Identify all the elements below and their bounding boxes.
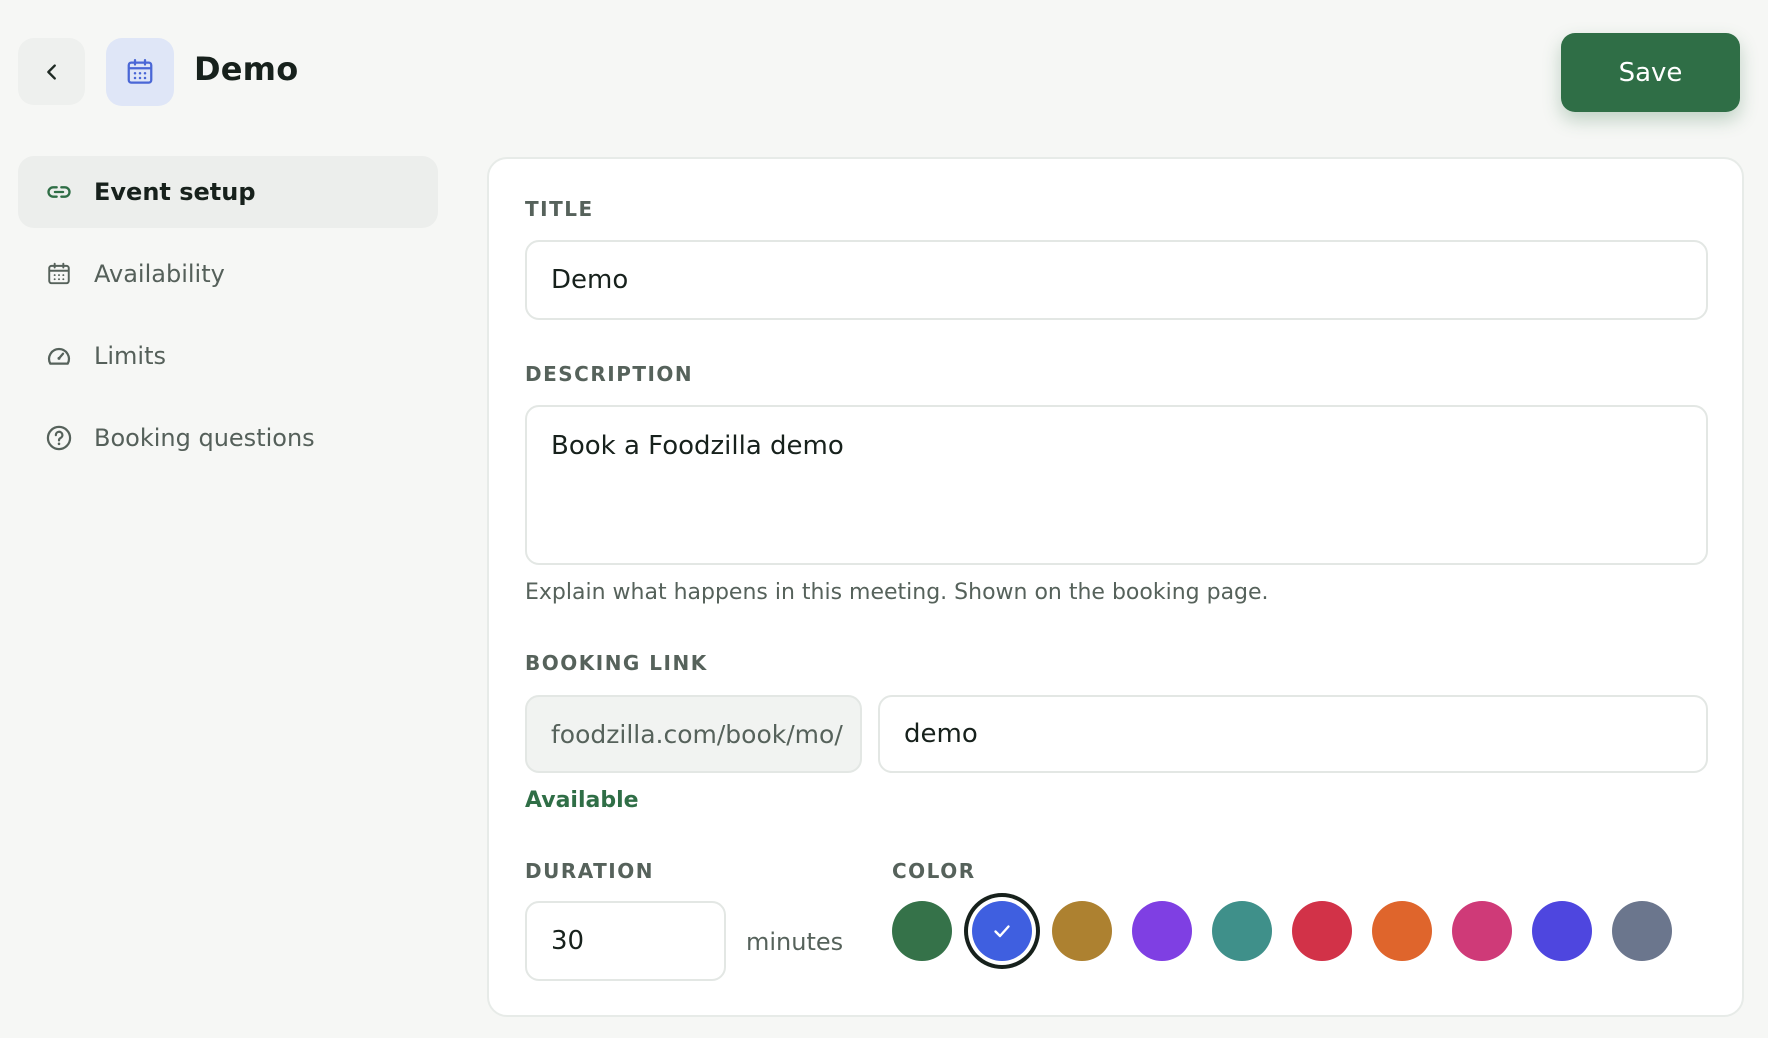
header: Demo Save [0, 0, 1768, 150]
sidebar-item-limits[interactable]: Limits [18, 320, 438, 392]
sidebar-item-label: Booking questions [94, 424, 315, 452]
color-swatch[interactable] [1132, 901, 1192, 961]
color-swatch[interactable] [1212, 901, 1272, 961]
color-swatch[interactable] [972, 901, 1032, 961]
color-swatch[interactable] [1292, 901, 1352, 961]
duration-label: DURATION [525, 859, 654, 883]
description-hint: Explain what happens in this meeting. Sh… [525, 580, 1269, 605]
color-swatch[interactable] [892, 901, 952, 961]
duration-input[interactable]: 30 [525, 901, 726, 981]
title-label: TITLE [525, 197, 594, 221]
booking-link-label: BOOKING LINK [525, 651, 708, 675]
save-button[interactable]: Save [1561, 33, 1740, 112]
event-setup-form: TITLE Demo DESCRIPTION Book a Foodzilla … [487, 157, 1744, 1017]
sidebar-item-label: Limits [94, 342, 166, 370]
page-title: Demo [194, 50, 299, 88]
calendar-icon [44, 259, 74, 289]
booking-link-prefix: foodzilla.com/book/mo/ [525, 695, 862, 773]
color-swatch[interactable] [1052, 901, 1112, 961]
duration-unit: minutes [746, 928, 844, 956]
sidebar-item-booking-questions[interactable]: Booking questions [18, 402, 438, 474]
description-textarea[interactable]: Book a Foodzilla demo [525, 405, 1708, 565]
description-label: DESCRIPTION [525, 362, 694, 386]
sidebar: Event setup Availability Limits Booking … [18, 156, 438, 484]
calendar-icon [127, 59, 153, 84]
booking-link-status: Available [525, 788, 639, 813]
event-type-icon [106, 38, 174, 106]
color-label: COLOR [892, 859, 976, 883]
color-swatch[interactable] [1372, 901, 1432, 961]
color-swatch[interactable] [1452, 901, 1512, 961]
color-swatch[interactable] [1612, 901, 1672, 961]
back-button[interactable] [18, 38, 85, 105]
sidebar-item-label: Availability [94, 260, 225, 288]
sidebar-item-event-setup[interactable]: Event setup [18, 156, 438, 228]
color-swatch[interactable] [1532, 901, 1592, 961]
sidebar-item-availability[interactable]: Availability [18, 238, 438, 310]
booking-link-slug-input[interactable]: demo [878, 695, 1708, 773]
check-icon [994, 925, 1010, 938]
question-circle-icon [44, 423, 74, 453]
title-input[interactable]: Demo [525, 240, 1708, 320]
sidebar-item-label: Event setup [94, 178, 256, 206]
speedometer-icon [44, 341, 74, 371]
chevron-left-icon [46, 63, 56, 80]
link-icon [44, 177, 74, 207]
